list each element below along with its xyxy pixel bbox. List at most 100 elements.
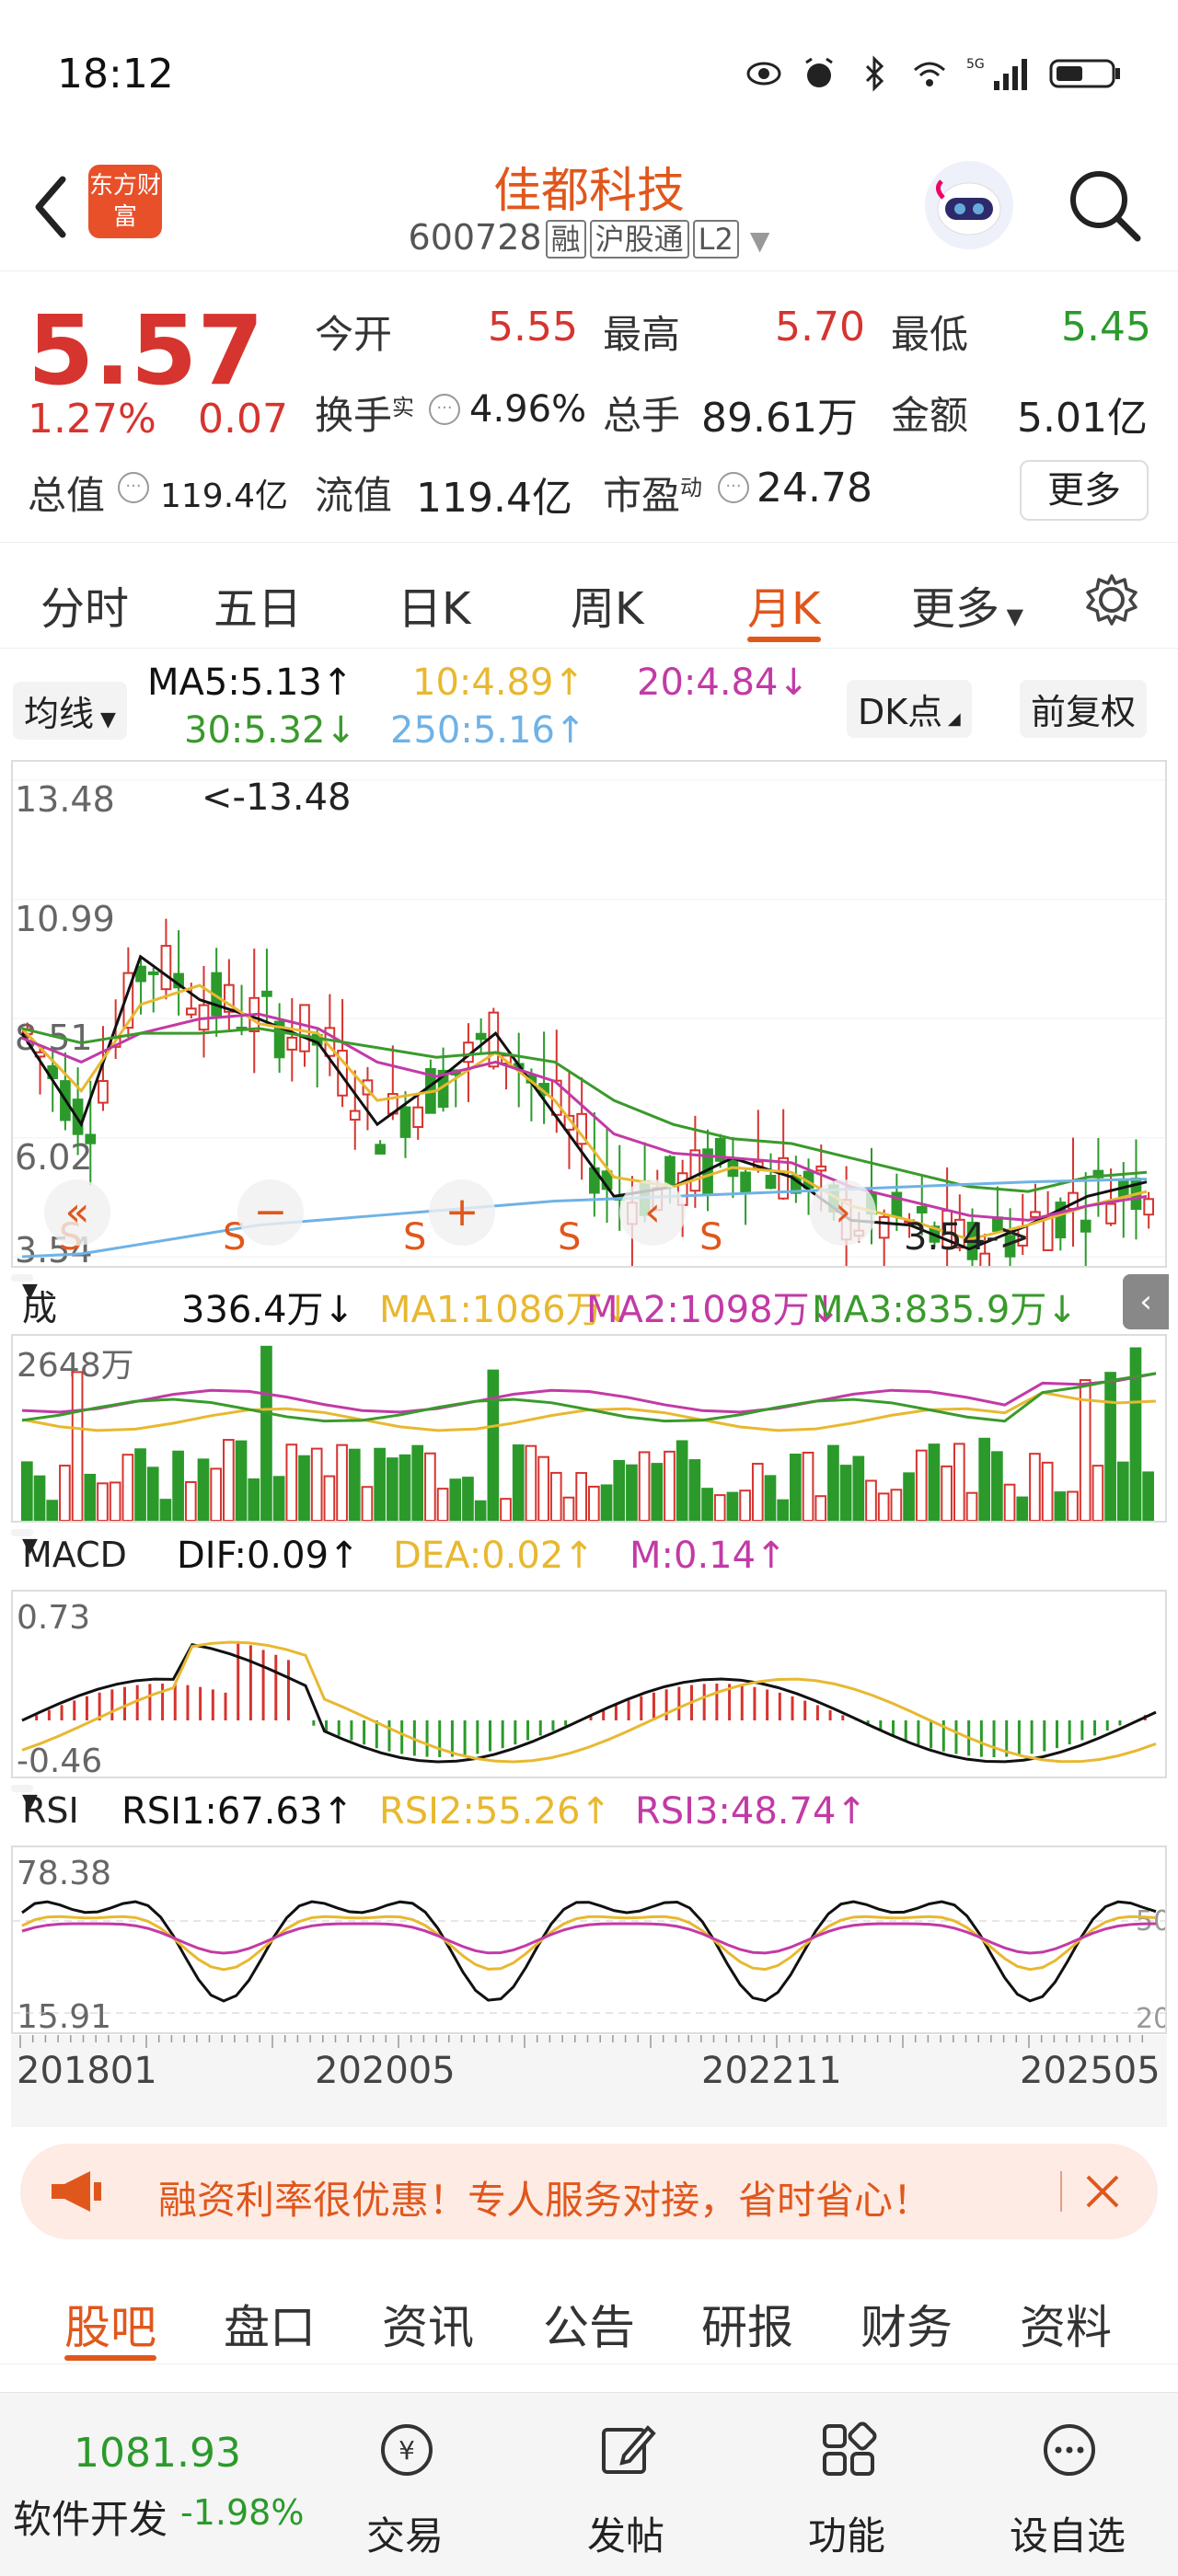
zoom-in-icon[interactable]: + [429,1179,495,1246]
volume-bar [651,1463,664,1522]
volume-bar [790,1454,802,1522]
ma-line-ma10 [20,983,1148,1241]
adjust-button[interactable]: 前复权 [1020,680,1148,738]
volume-bar [146,1466,159,1522]
volume-bar [223,1439,235,1522]
turnover-value: 4.96% [469,388,587,431]
volume-bar [1091,1465,1104,1522]
tab-orderbook[interactable]: 盘口 [224,2291,316,2357]
candle-up [185,1007,197,1016]
volume-panel[interactable]: 2648万 [11,1334,1167,1523]
signal-icon: 5G [966,57,1027,90]
x-label-2: 202005 [315,2050,456,2092]
tab-financials[interactable]: 财务 [860,2291,953,2357]
volume-bar [839,1465,852,1523]
volume-ma-line [21,1391,1157,1432]
volume-bar [33,1475,46,1522]
index-ticker[interactable]: 1081.93 软件开发 -1.98% [0,2393,331,2576]
tab-announcements[interactable]: 公告 [543,2291,635,2357]
volume-bar [97,1482,109,1523]
low-value: 5.45 [1061,304,1151,351]
volume-bar [877,1492,890,1522]
promo-banner[interactable]: 融资利率很优惠！专人服务对接，省时省心！ [20,2144,1158,2239]
dk-point-button[interactable]: DK点 ◢ [847,680,972,738]
search-icon[interactable] [1066,167,1143,244]
macd-m: M:0.14↑ [629,1535,787,1577]
sell-signal: S [558,1216,581,1259]
nav-trade[interactable]: ¥ 交易 [322,2393,488,2576]
ma-selector[interactable]: 均线 ▼ [13,682,127,740]
rsi-panel[interactable]: 78.38 15.91 50 20 [11,1846,1171,2036]
volume-bar [953,1443,965,1522]
nav-post-label: 发帖 [586,2513,664,2559]
volume-bar [184,1480,197,1523]
volume-bar [21,1461,33,1522]
macd-panel[interactable]: 0.73 -0.46 [11,1590,1167,1780]
volume-bar [626,1464,638,1522]
volume-bar [549,1471,562,1523]
zoom-out-icon[interactable]: − [237,1179,304,1246]
change-percent: 1.27% [28,396,156,443]
volume-bar [903,1472,915,1522]
ma-line-ma30 [21,1027,1148,1193]
volume-bar [197,1458,210,1523]
gear-icon[interactable] [1084,572,1139,627]
robot-avatar[interactable] [925,161,1013,249]
nav-functions[interactable]: 功能 [764,2393,930,2576]
tab-forum[interactable]: 股吧 [64,2291,156,2357]
info-icon[interactable]: ··· [118,472,149,503]
x-label-3: 202211 [701,2050,842,2092]
tab-profile[interactable]: 资料 [1020,2291,1112,2357]
open-label: 今开 [315,312,393,357]
volume-bar [210,1467,223,1522]
next-icon[interactable]: › [810,1179,876,1246]
prev-icon[interactable]: ‹ [619,1179,686,1246]
volume-bar [865,1479,877,1522]
close-icon[interactable] [1084,2173,1121,2210]
candle-down [765,1174,777,1190]
volume-bar [1041,1461,1054,1522]
volume-bar [814,1495,827,1522]
candle-down [261,990,272,997]
kline-panel[interactable]: 13.4810.998.516.023.54<-13.483.54->SSSSS… [11,760,1167,1317]
tab-intraday[interactable]: 分时 [40,572,129,637]
volume-bar [701,1488,713,1523]
info-icon[interactable]: ··· [718,472,749,503]
tab-weekly-k[interactable]: 周K [571,572,643,637]
more-button[interactable]: 更多 [1020,460,1149,521]
volume-bar [890,1489,903,1523]
volume-bar [676,1440,688,1522]
volume-bar [84,1473,97,1522]
x-axis-ticks [19,2035,1144,2048]
volume-bar [260,1345,272,1522]
tab-research[interactable]: 研报 [701,2291,793,2357]
ma5-value: MA5:5.13↑ [147,661,353,704]
volume-bar [739,1489,751,1523]
macd-selector[interactable]: MACD ▼ [11,1529,127,1575]
index-name: 软件开发 [13,2497,168,2542]
max-price-label: <-13.48 [202,776,351,819]
tab-daily-k[interactable]: 日K [398,572,470,637]
volume-bar [726,1491,739,1523]
mcap-label: 总值 [28,473,106,518]
nav-watchlist[interactable]: 设自选 [985,2393,1150,2576]
tab-five-day[interactable]: 五日 [214,572,302,637]
quote-panel: 5.57 1.27% 0.07 今开 5.55 最高 5.70 最低 5.45 … [0,276,1178,543]
volume-selector[interactable]: 成交量 ▼ [11,1274,57,1430]
volume-bar [336,1443,348,1522]
candle-up [1042,1216,1054,1251]
volume-bar [1003,1483,1016,1522]
sell-signal: S [403,1216,426,1259]
ma10-value: 10:4.89↑ [412,661,584,704]
collapse-tab[interactable]: ‹ [1123,1274,1169,1329]
tab-monthly-k[interactable]: 月K [747,572,820,637]
nav-post[interactable]: 发帖 [543,2393,709,2576]
tab-more[interactable]: 更多 ▼ [911,572,1023,637]
rsi-selector[interactable]: RSI ▼ [11,1785,79,1831]
info-icon[interactable]: ··· [429,394,460,425]
robot-icon [936,179,1001,236]
volume-bar [59,1465,71,1523]
period-tabs: 分时 五日 日K 周K 月K 更多 ▼ [0,552,1178,649]
rewind-icon[interactable]: « [44,1179,110,1246]
tab-news[interactable]: 资讯 [382,2291,474,2357]
